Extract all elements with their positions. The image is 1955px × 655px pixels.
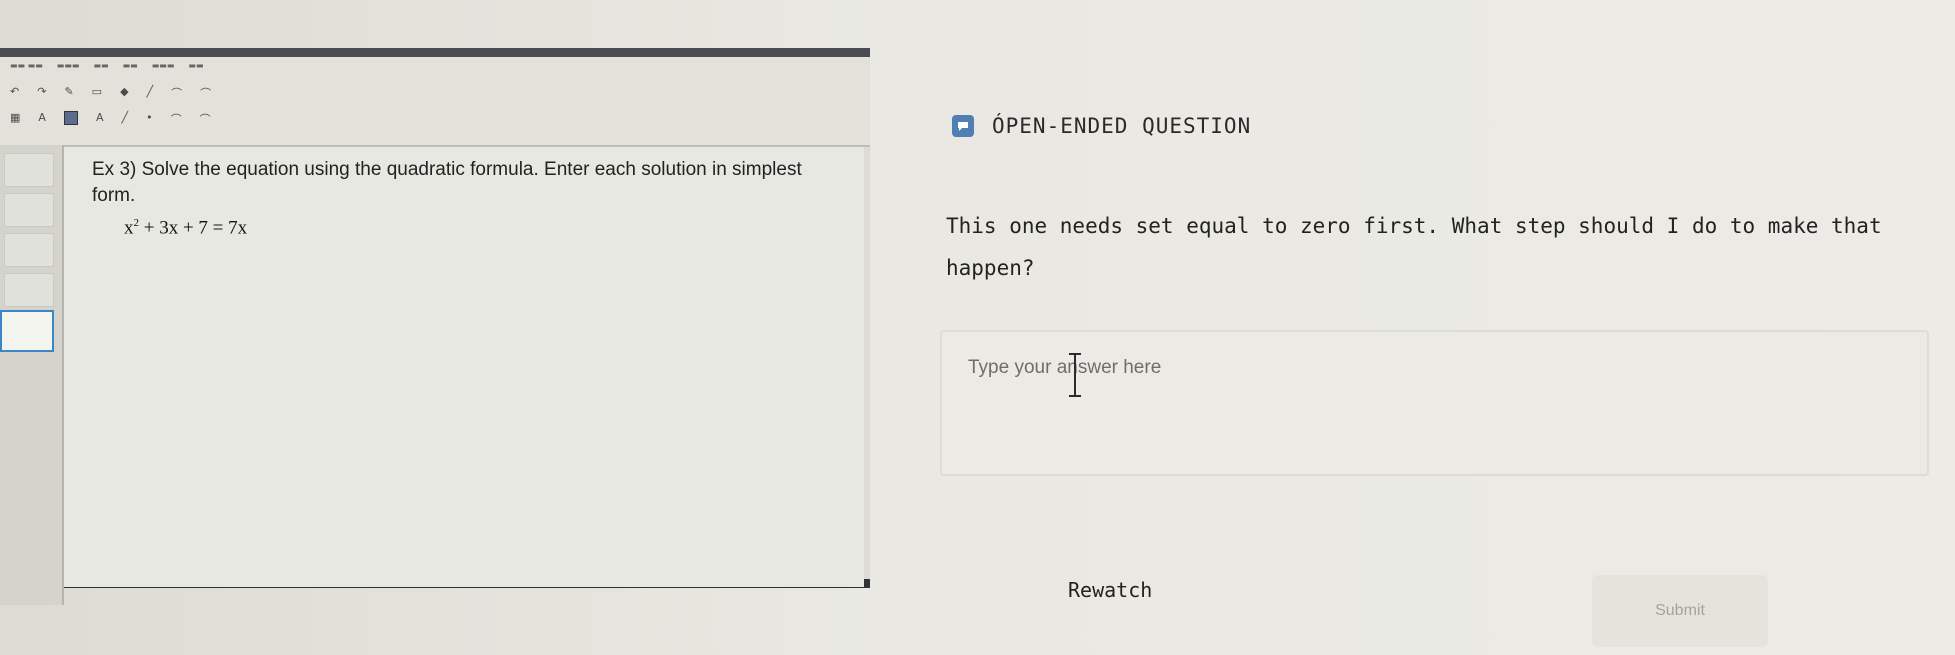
whiteboard-toolbar: ▬▬ ▬▬ ▬▬▬ ▬▬ ▬▬ ▬▬▬ ▬▬ ↶ ↷ ✎ ▭ ◆ ╱ ⌒ ⌒ ▦ A A … [0,57,870,147]
line-icon: ╱ [121,111,129,124]
curve-icon: ⌒ [200,87,212,100]
shape-icon: ◆ [120,85,129,98]
slide-thumbnail [4,273,54,307]
undo-icon: ↶ [10,85,20,98]
whiteboard-tools-row: ↶ ↷ ✎ ▭ ◆ ╱ ⌒ ⌒ [10,85,211,101]
answer-box[interactable] [940,330,1929,476]
video-question-text: Ex 3) Solve the equation using the quadr… [92,159,802,206]
rewatch-button[interactable]: Rewatch [1068,578,1152,602]
video-equation: x2 + 3x + 7 = 7x [124,217,247,239]
pen-icon: ✎ [64,85,74,98]
curve-icon: ⌒ [171,87,183,100]
eraser-icon: ▭ [91,85,103,98]
submit-button[interactable]: Submit [1592,575,1768,647]
equation-rest: + 3x + 7 = 7x [139,217,248,239]
chat-bubble-icon [952,115,974,137]
slide-thumbnail [4,233,54,267]
video-panel[interactable]: ▬▬ ▬▬ ▬▬▬ ▬▬ ▬▬ ▬▬▬ ▬▬ ↶ ↷ ✎ ▭ ◆ ╱ ⌒ ⌒ ▦ A A … [0,48,870,605]
curve-icon: ⌒ [170,113,182,126]
equation-variable: x [124,217,134,239]
slide-thumbnail [4,193,54,227]
answer-input[interactable] [966,352,1870,384]
color-swatch-icon [63,111,78,125]
whiteboard-menu-bar: ▬▬ ▬▬ ▬▬▬ ▬▬ ▬▬ ▬▬▬ ▬▬ [10,61,204,70]
question-prompt: This one needs set equal to zero first. … [946,214,1882,280]
text-cursor-icon [1069,353,1081,397]
open-ended-header: ÓPEN-ENDED QUESTION [952,114,1251,138]
slide-rail [0,145,64,605]
dot-icon: • [146,111,153,124]
whiteboard-tools-row-2: ▦ A A ╱ • ⌒ ⌒ [10,111,211,127]
redo-icon: ↷ [37,85,47,98]
whiteboard-canvas: Ex 3) Solve the equation using the quadr… [64,147,864,587]
curve-icon: ⌒ [199,113,211,126]
open-ended-title: ÓPEN-ENDED QUESTION [992,114,1252,138]
slide-thumbnail [4,153,54,187]
active-slide-thumbnail [0,310,54,352]
text-icon: A [95,111,104,124]
text-icon: A [38,111,46,124]
line-icon: ╱ [146,85,154,98]
grid-icon: ▦ [10,111,21,124]
